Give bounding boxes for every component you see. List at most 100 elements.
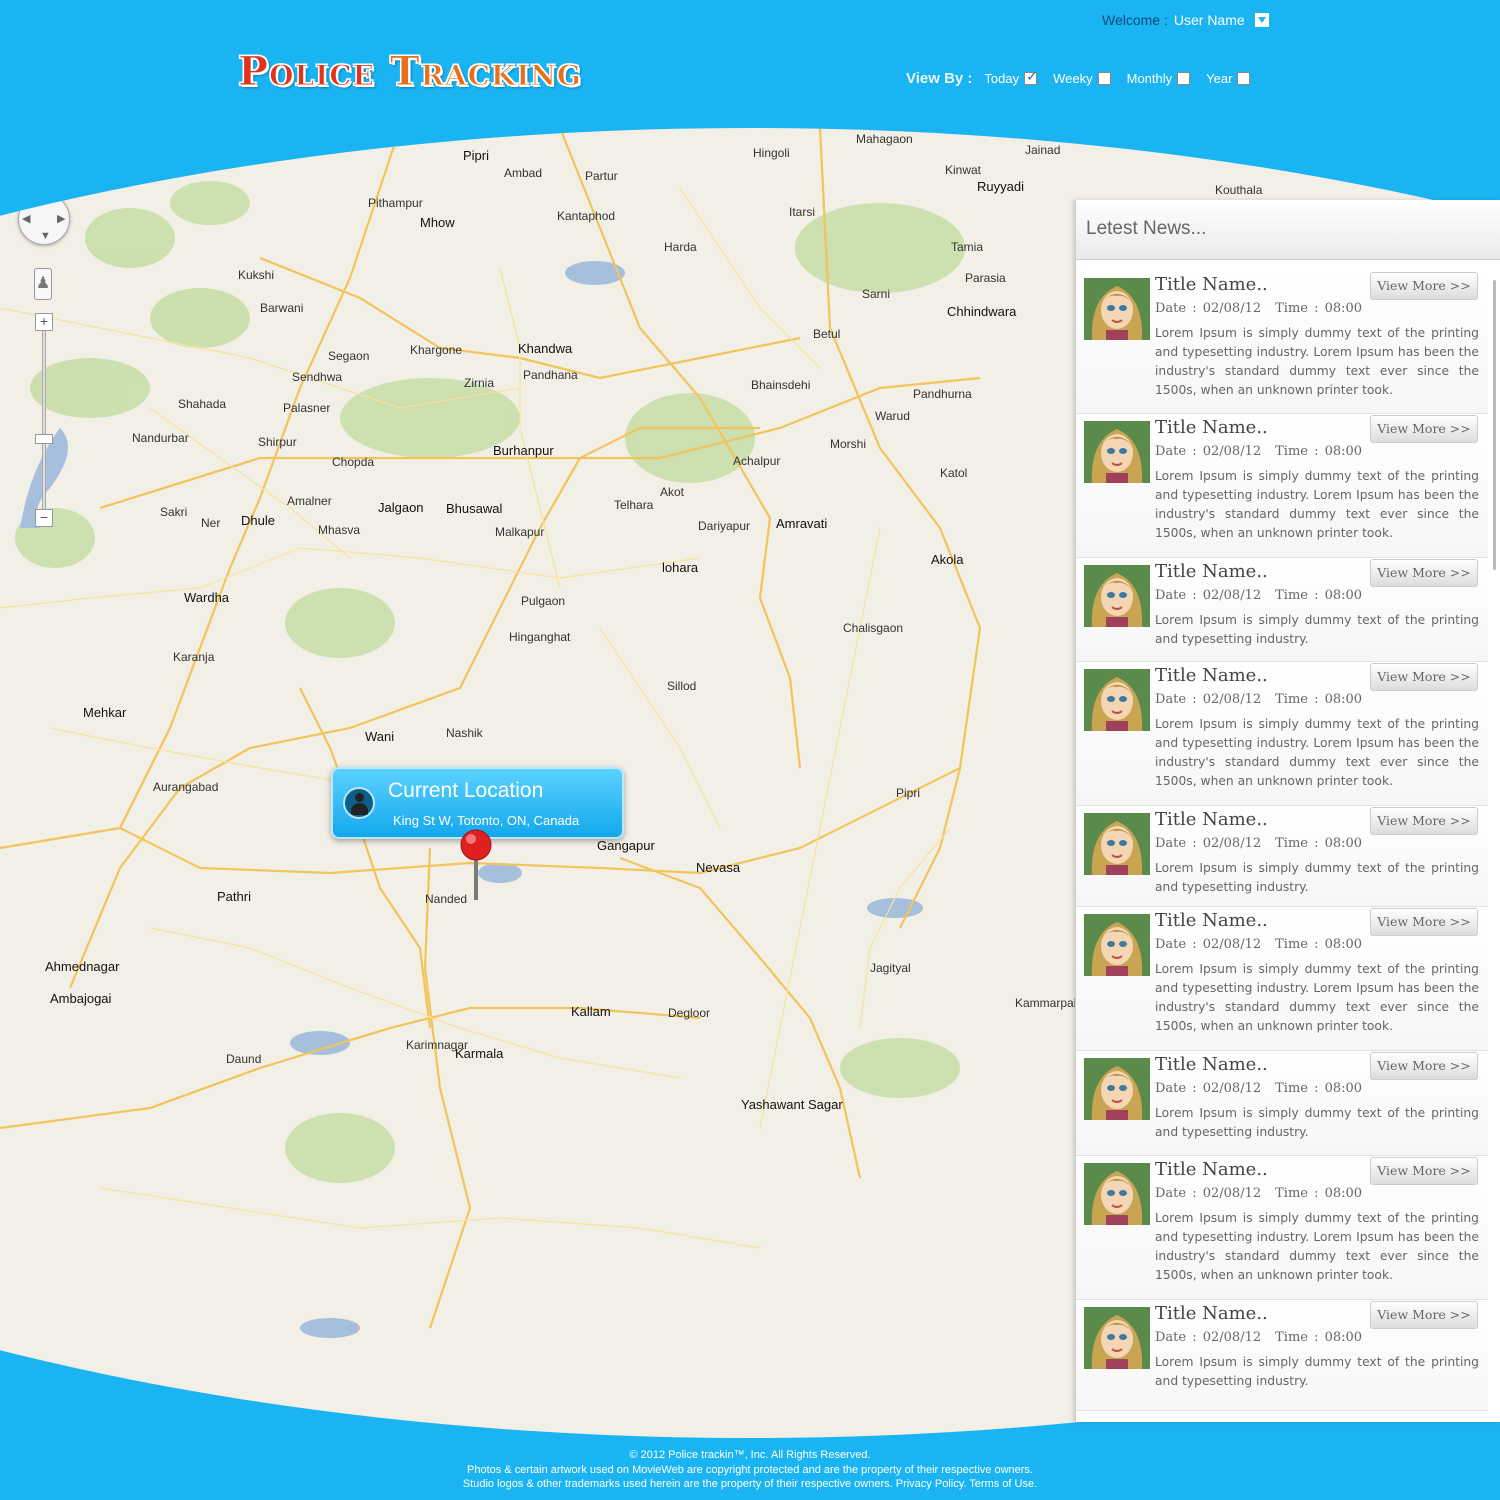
street-view-pegman-icon[interactable]: ♟ (34, 268, 52, 300)
news-item: Title Name.. Date : 02/08/12 Time : 08:00 L… (1076, 415, 1488, 558)
map-label: Barwani (260, 301, 304, 315)
view-more-button[interactable]: View More >> (1370, 415, 1478, 443)
news-title[interactable]: Title Name.. (1155, 1054, 1268, 1075)
news-title[interactable]: Title Name.. (1155, 665, 1268, 686)
news-title[interactable]: Title Name.. (1155, 1159, 1268, 1180)
avatar (1084, 914, 1150, 976)
view-more-button[interactable]: View More >> (1370, 908, 1478, 936)
map-label: Ner (201, 516, 221, 530)
map-label: Daund (226, 1052, 262, 1066)
map-label: Kinwat (945, 163, 982, 177)
map-label: Pulgaon (521, 594, 566, 608)
map-label: Segaon (328, 349, 370, 363)
map-label: Chhindwara (947, 304, 1017, 319)
news-meta: Date : 02/08/12 Time : 08:00 (1155, 444, 1362, 459)
news-text: Lorem Ipsum is simply dummy text of the … (1155, 861, 1479, 894)
map-label: Akot (660, 485, 685, 499)
news-text: Lorem Ipsum is simply dummy text of the … (1155, 962, 1479, 1033)
news-text: Lorem Ipsum is simply dummy text of the … (1155, 1211, 1479, 1282)
pan-down-icon[interactable]: ▼ (40, 230, 51, 242)
news-date: Date : 02/08/12 (1155, 444, 1262, 459)
news-item: Title Name.. Date : 02/08/12 Time : 08:00 L… (1076, 807, 1488, 907)
view-option-monthly[interactable]: Monthly (1127, 71, 1191, 86)
map-label: Jalgaon (378, 500, 424, 515)
zoom-in-button[interactable]: + (35, 313, 53, 331)
map-label: Kukshi (238, 268, 275, 282)
pan-up-icon[interactable]: ▲ (40, 195, 51, 207)
logo: Police Tracking (238, 48, 582, 96)
map-label: Telhara (614, 498, 654, 512)
map-label: Nevasa (696, 860, 741, 875)
location-pin-icon[interactable] (459, 828, 495, 904)
map-label: Shahada (178, 397, 227, 411)
view-more-button[interactable]: View More >> (1370, 1301, 1478, 1329)
news-title[interactable]: Title Name.. (1155, 417, 1268, 438)
news-meta: Date : 02/08/12 Time : 08:00 (1155, 937, 1362, 952)
view-more-button[interactable]: View More >> (1370, 807, 1478, 835)
news-text: Lorem Ipsum is simply dummy text of the … (1155, 613, 1479, 646)
news-date: Date : 02/08/12 (1155, 692, 1262, 707)
map-label: Mehkar (83, 705, 127, 720)
news-title[interactable]: Title Name.. (1155, 274, 1268, 295)
zoom-out-button[interactable]: − (35, 509, 53, 527)
view-more-button[interactable]: View More >> (1370, 663, 1478, 691)
news-date: Date : 02/08/12 (1155, 937, 1262, 952)
map-label: Warud (875, 409, 910, 423)
map-label: Nashik (446, 726, 483, 740)
year-checkbox[interactable] (1237, 72, 1251, 85)
news-time: Time : 08:00 (1275, 1081, 1363, 1096)
news-title[interactable]: Title Name.. (1155, 561, 1268, 582)
today-checkbox[interactable] (1024, 68, 1038, 85)
news-meta: Date : 02/08/12 Time : 08:00 (1155, 692, 1362, 707)
current-location-title: Current Location (388, 779, 544, 802)
map-pan-control[interactable]: ▲ ▼ ◀ ▶ (18, 193, 70, 245)
news-title[interactable]: Title Name.. (1155, 809, 1268, 830)
map-label: Pithampur (368, 196, 423, 210)
map-label: Karmala (455, 1046, 504, 1061)
news-text: Lorem Ipsum is simply dummy text of the … (1155, 469, 1479, 540)
map-label: Kallam (571, 1004, 611, 1019)
news-meta: Date : 02/08/12 Time : 08:00 (1155, 1330, 1362, 1345)
news-title[interactable]: Title Name.. (1155, 1303, 1268, 1324)
map-label: Harda (664, 240, 697, 254)
view-more-button[interactable]: View More >> (1370, 272, 1478, 300)
news-time: Time : 08:00 (1275, 301, 1363, 316)
monthly-checkbox[interactable] (1177, 72, 1191, 85)
map-label: Wardha (184, 590, 230, 605)
news-time: Time : 08:00 (1275, 836, 1363, 851)
news-item: Title Name.. Date : 02/08/12 Time : 08:00 L… (1076, 1301, 1488, 1411)
view-option-today[interactable]: Today (984, 68, 1038, 86)
pan-right-icon[interactable]: ▶ (57, 212, 65, 225)
map-label: Ahmednagar (45, 959, 120, 974)
footer-trademark-links[interactable]: Studio logos & other trademarks used her… (0, 1477, 1500, 1492)
news-date: Date : 02/08/12 (1155, 588, 1262, 603)
map-label: Yashawant Sagar (741, 1097, 843, 1112)
view-more-button[interactable]: View More >> (1370, 1052, 1478, 1080)
map-label: Dhule (241, 513, 275, 528)
map-label: Aurangabad (153, 780, 219, 794)
view-option-weekly[interactable]: Weeky (1053, 71, 1111, 86)
news-meta: Date : 02/08/12 Time : 08:00 (1155, 588, 1362, 603)
news-item: Title Name.. Date : 02/08/12 Time : 08:00 L… (1076, 663, 1488, 806)
view-option-year[interactable]: Year (1206, 71, 1251, 86)
view-more-button[interactable]: View More >> (1370, 1157, 1478, 1185)
map-label: Nandurbar (132, 431, 189, 445)
news-scrollbar[interactable] (1493, 280, 1496, 570)
zoom-slider-handle[interactable] (35, 434, 53, 444)
map-label: Ambajogai (50, 991, 112, 1006)
map-label: Wani (365, 729, 395, 744)
view-more-button[interactable]: View More >> (1370, 559, 1478, 587)
avatar (1084, 813, 1150, 875)
news-title[interactable]: Title Name.. (1155, 910, 1268, 931)
map-label: Zirnia (464, 376, 495, 390)
zoom-slider-track[interactable] (42, 318, 46, 518)
user-menu-dropdown-icon[interactable] (1254, 13, 1269, 27)
map-label: Sakri (160, 505, 188, 519)
news-time: Time : 08:00 (1275, 937, 1363, 952)
map-label: Parasia (965, 271, 1006, 285)
news-meta: Date : 02/08/12 Time : 08:00 (1155, 836, 1362, 851)
map-label: lohara (662, 560, 699, 575)
pan-left-icon[interactable]: ◀ (22, 212, 30, 225)
user-name-link[interactable]: User Name (1174, 12, 1245, 28)
weekly-checkbox[interactable] (1097, 72, 1111, 85)
